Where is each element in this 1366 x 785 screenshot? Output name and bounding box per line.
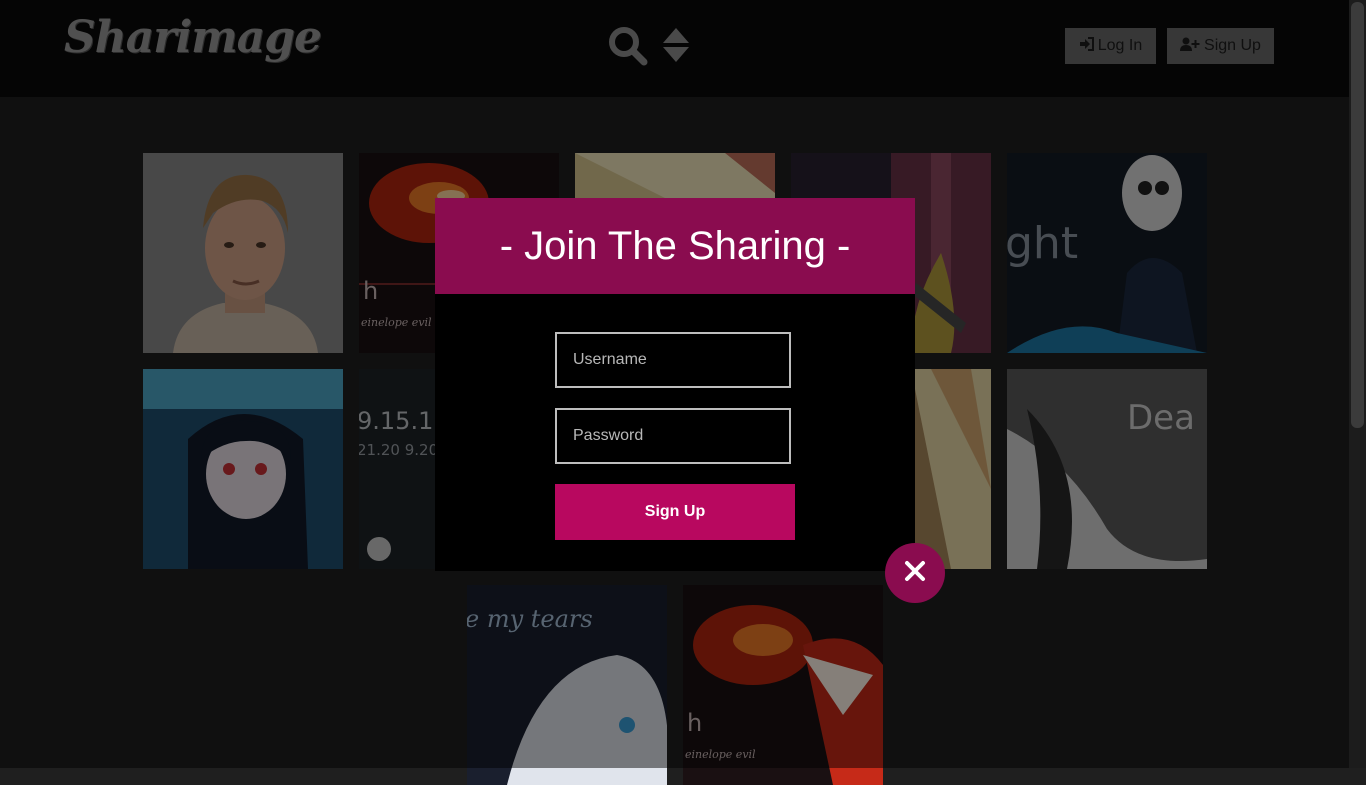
password-input[interactable]: [555, 408, 791, 464]
username-input[interactable]: [555, 332, 791, 388]
page-scrollbar[interactable]: [1349, 0, 1366, 768]
signup-submit-button[interactable]: Sign Up: [555, 484, 795, 540]
modal-title: - Join The Sharing -: [435, 198, 915, 294]
close-icon: [904, 560, 926, 587]
close-modal-button[interactable]: [885, 543, 945, 603]
scrollbar-thumb[interactable]: [1351, 2, 1364, 428]
signup-modal: - Join The Sharing - Sign Up: [435, 198, 915, 571]
